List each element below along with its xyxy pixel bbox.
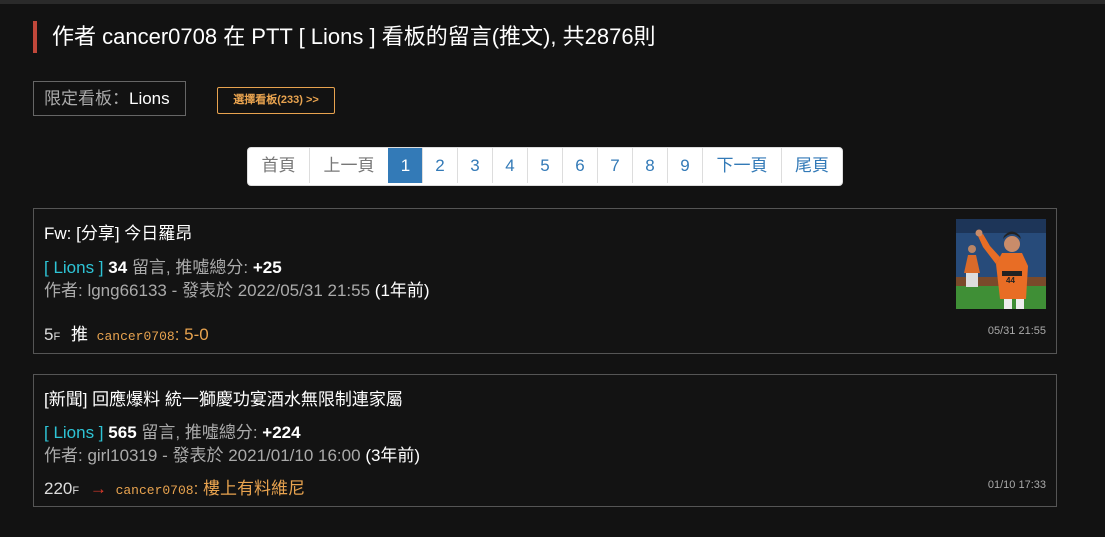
post-board-tag[interactable]: [ Lions ] bbox=[44, 258, 104, 277]
reply-type-push: 推 bbox=[70, 325, 88, 344]
svg-text:44: 44 bbox=[1006, 276, 1015, 285]
page-last[interactable]: 尾頁 bbox=[781, 148, 842, 183]
post-comment-count: 34 bbox=[108, 258, 128, 277]
reply-line: 220F → cancer0708: 樓上有料維尼 bbox=[44, 479, 306, 498]
board-filter: 限定看板：Lions bbox=[33, 81, 186, 116]
page-1[interactable]: 1 bbox=[388, 148, 422, 183]
reply-user[interactable]: cancer0708 bbox=[116, 483, 194, 498]
post-author-line: 作者: girl10319 - 發表於 2021/01/10 16:00 bbox=[44, 446, 361, 465]
pagination: 首頁 上一頁 1 2 3 4 5 6 7 8 9 下一頁 尾頁 bbox=[247, 147, 843, 186]
post-stats: [ Lions ] 565 留言, 推噓總分: +224 bbox=[44, 418, 301, 443]
post-comment-label: 留言, 推噓總分: bbox=[141, 423, 258, 442]
board-filter-label: 限定看板： bbox=[44, 89, 129, 108]
page-9[interactable]: 9 bbox=[667, 148, 702, 183]
post-card: Fw: [分享] 今日羅昂 [ Lions ] 34 留言, 推噓總分: +25… bbox=[33, 208, 1057, 354]
page-3[interactable]: 3 bbox=[457, 148, 492, 183]
post-score: +25 bbox=[252, 258, 282, 277]
post-score: +224 bbox=[262, 423, 301, 442]
top-divider bbox=[0, 0, 1105, 4]
baseball-player-photo: 44 bbox=[956, 219, 1046, 309]
post-author-line: 作者: lgng66133 - 發表於 2022/05/31 21:55 bbox=[44, 281, 371, 300]
post-stats: [ Lions ] 34 留言, 推噓總分: +25 bbox=[44, 253, 282, 278]
page-6[interactable]: 6 bbox=[562, 148, 597, 183]
post-thumbnail[interactable]: 44 bbox=[956, 219, 1046, 309]
page-title-block: 作者 cancer0708 在 PTT [ Lions ] 看板的留言(推文),… bbox=[33, 21, 656, 53]
post-title[interactable]: [新聞] 回應爆料 統一獅慶功宴酒水無限制連家屬 bbox=[44, 385, 403, 410]
page-title: 作者 cancer0708 在 PTT [ Lions ] 看板的留言(推文),… bbox=[52, 24, 656, 49]
reply-content: 樓上有料維尼 bbox=[203, 479, 306, 498]
board-filter-value: Lions bbox=[129, 89, 170, 108]
page-first[interactable]: 首頁 bbox=[248, 148, 309, 183]
page-4[interactable]: 4 bbox=[492, 148, 527, 183]
post-card: [新聞] 回應爆料 統一獅慶功宴酒水無限制連家屬 [ Lions ] 565 留… bbox=[33, 374, 1057, 507]
reply-floor-suffix: F bbox=[72, 485, 80, 497]
page-next[interactable]: 下一頁 bbox=[702, 148, 781, 183]
reply-time: 05/31 21:55 bbox=[987, 325, 1046, 337]
reply-floor-suffix: F bbox=[53, 331, 61, 343]
post-comment-label: 留言, 推噓總分: bbox=[131, 258, 249, 277]
page-prev[interactable]: 上一頁 bbox=[309, 148, 388, 183]
reply-time: 01/10 17:33 bbox=[987, 479, 1046, 491]
page-2[interactable]: 2 bbox=[422, 148, 457, 183]
reply-floor: 220 bbox=[44, 479, 73, 498]
post-author: 作者: lgng66133 - 發表於 2022/05/31 21:55 (1年… bbox=[44, 276, 430, 301]
post-age: (3年前) bbox=[365, 446, 421, 465]
post-comment-count: 565 bbox=[108, 423, 137, 442]
page-5[interactable]: 5 bbox=[527, 148, 562, 183]
reply-user[interactable]: cancer0708 bbox=[97, 329, 175, 344]
post-board-tag[interactable]: [ Lions ] bbox=[44, 423, 104, 442]
reply-content: 5-0 bbox=[184, 325, 209, 344]
reply-type-arrow: → bbox=[89, 479, 107, 498]
page-8[interactable]: 8 bbox=[632, 148, 667, 183]
select-board-button[interactable]: 選擇看板(233) >> bbox=[217, 87, 335, 114]
post-author: 作者: girl10319 - 發表於 2021/01/10 16:00 (3年… bbox=[44, 441, 420, 466]
reply-line: 5F 推 cancer0708: 5-0 bbox=[44, 325, 209, 344]
page-7[interactable]: 7 bbox=[597, 148, 632, 183]
post-title[interactable]: Fw: [分享] 今日羅昂 bbox=[44, 219, 192, 244]
post-age: (1年前) bbox=[374, 281, 430, 300]
